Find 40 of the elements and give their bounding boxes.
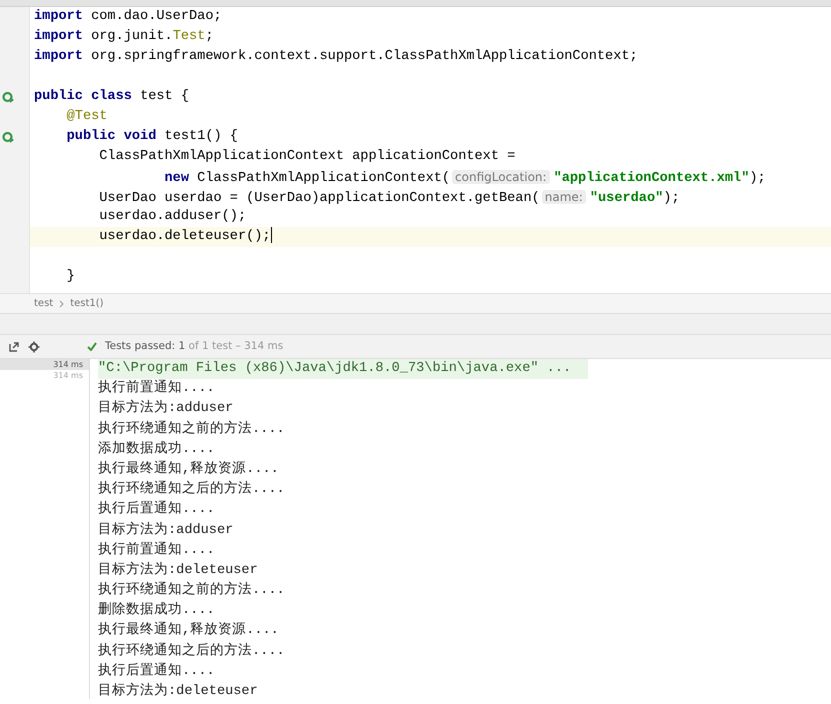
- parameter-hint: name:: [542, 190, 586, 204]
- run-icon[interactable]: [2, 91, 15, 103]
- console-output-line: 执行最终通知,释放资源....: [98, 621, 280, 640]
- console-output-line: 执行前置通知....: [98, 540, 216, 560]
- code-line: UserDao userdao = (UserDao)applicationContext.getBean( name: "userdao");: [98, 189, 681, 207]
- code-line: }: [66, 268, 76, 286]
- console-output-line: 执行最终通知,释放资源....: [98, 460, 280, 479]
- console-output-line: 执行前置通知....: [98, 379, 216, 398]
- code-line: public void test1() {: [66, 128, 239, 146]
- console-output-line: 执行环绕通知之后的方法....: [98, 480, 286, 500]
- code-line: @Test: [66, 108, 108, 126]
- code-line: import org.junit.Test;: [33, 28, 214, 46]
- parameter-hint: configLocation:: [452, 170, 550, 184]
- code-line: import com.dao.UserDao;: [33, 8, 223, 26]
- console-output-line: 删除数据成功....: [98, 601, 216, 620]
- console-output-line: 执行后置通知....: [98, 662, 216, 681]
- test-duration[interactable]: 314 ms: [0, 359, 89, 370]
- console-output-line: 执行环绕通知之后的方法....: [98, 642, 286, 661]
- code-line: import org.springframework.context.support.ClassPathXmlApplicationContext;: [33, 48, 639, 66]
- console-output-line: 目标方法为:deleteuser: [98, 682, 259, 701]
- code-line: userdao.adduser();: [98, 208, 248, 226]
- console-output-line: 目标方法为:adduser: [98, 399, 234, 418]
- console-output-line: 目标方法为:deleteuser: [98, 560, 259, 580]
- console-output-line: 执行环绕通知之前的方法....: [98, 581, 286, 600]
- export-icon[interactable]: [8, 340, 20, 352]
- code-line: ClassPathXmlApplicationContext applicationContext =: [98, 148, 516, 166]
- code-line: new ClassPathXmlApplicationContext( configLocation: "applicationContext.xml");: [164, 169, 767, 187]
- run-icon[interactable]: [2, 131, 15, 143]
- console-output-line: 目标方法为:adduser: [98, 520, 234, 540]
- test-duration[interactable]: 314 ms: [0, 370, 89, 381]
- code-line: public class test {: [33, 88, 190, 106]
- gear-icon[interactable]: [28, 340, 41, 352]
- tests-status-text: Tests passed: 1 of 1 test – 314 ms: [105, 338, 284, 354]
- console-output-line: 执行后置通知....: [98, 500, 216, 520]
- check-icon: [87, 342, 97, 351]
- breadcrumb-item[interactable]: test: [34, 296, 54, 311]
- breadcrumb-item[interactable]: test1(): [70, 296, 104, 311]
- console-output-line: 执行环绕通知之前的方法....: [98, 420, 286, 439]
- chevron-icon: [59, 300, 64, 308]
- console-output-line: 添加数据成功....: [98, 440, 216, 459]
